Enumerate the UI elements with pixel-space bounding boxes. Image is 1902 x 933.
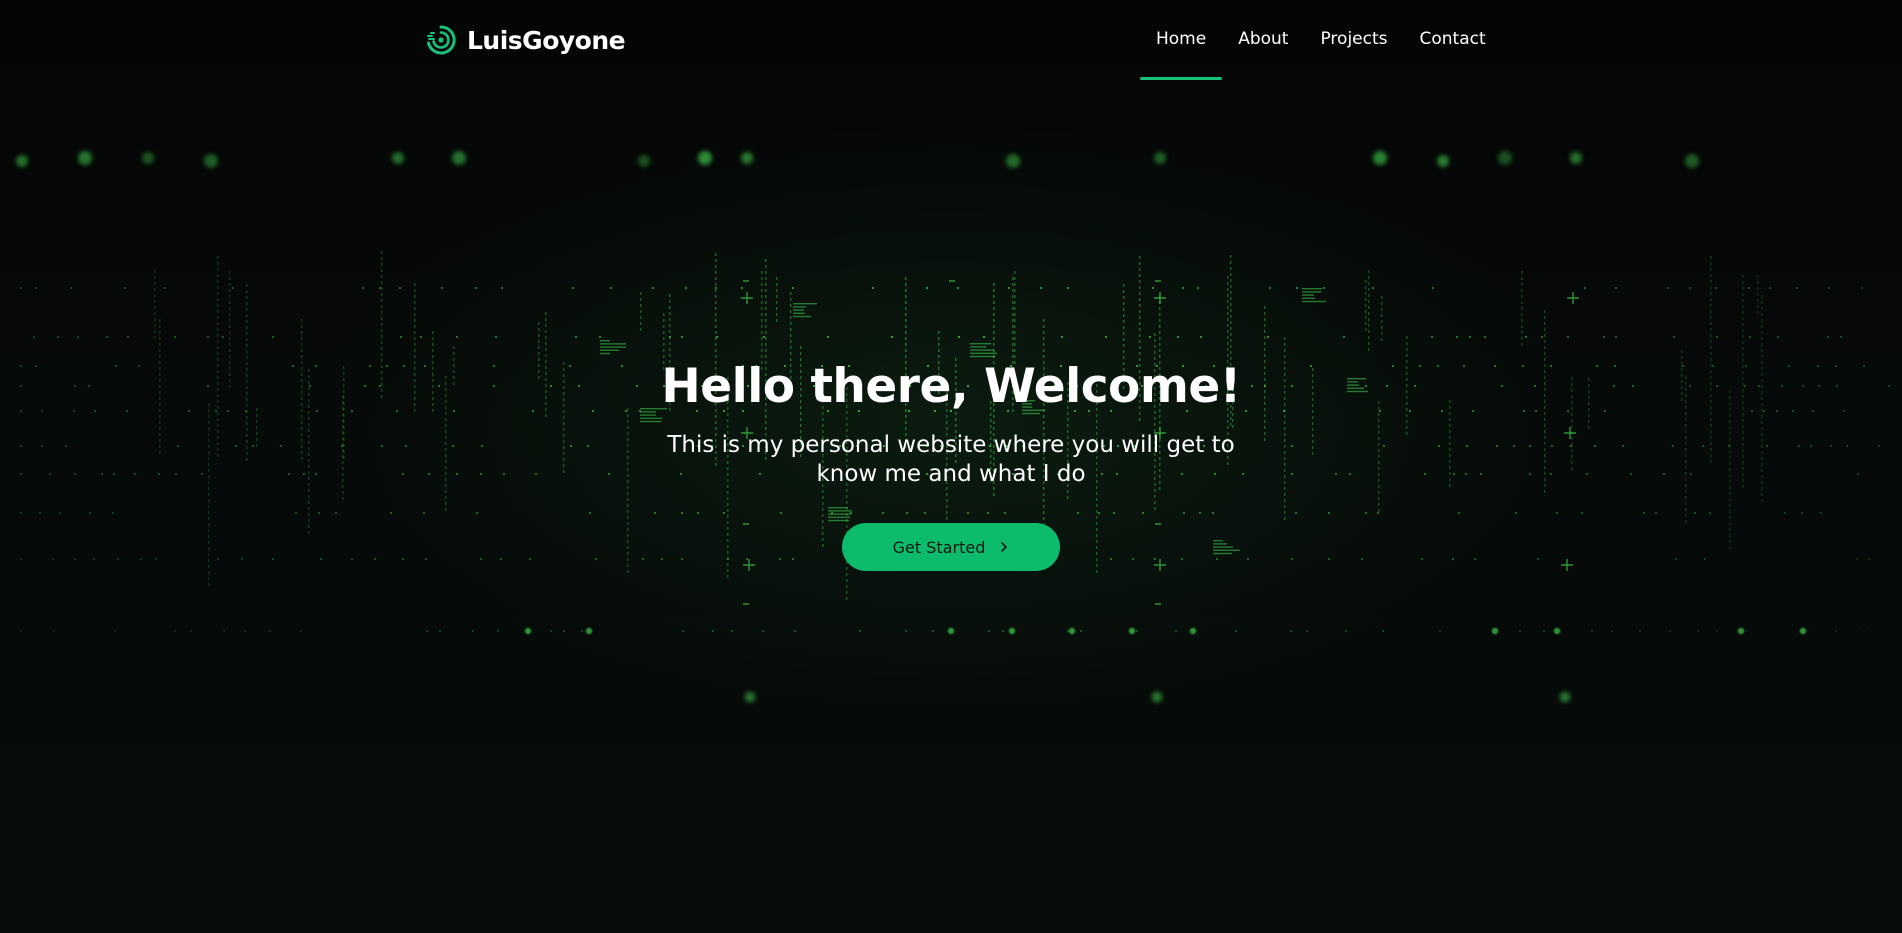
site-header: LuisGoyone Home About Projects Contact bbox=[0, 0, 1902, 80]
hero-section: Hello there, Welcome! This is my persona… bbox=[0, 355, 1902, 571]
hero-title: Hello there, Welcome! bbox=[661, 359, 1241, 414]
chevron-right-icon bbox=[1001, 542, 1008, 552]
nav-home[interactable]: Home bbox=[1140, 0, 1223, 80]
spiral-logo-icon bbox=[427, 25, 456, 55]
hero-subtitle: This is my personal website where you wi… bbox=[667, 432, 1235, 487]
get-started-button[interactable]: Get Started bbox=[842, 523, 1060, 571]
get-started-label: Get Started bbox=[892, 537, 986, 557]
brand-name: LuisGoyone bbox=[467, 25, 626, 55]
main-nav: Home About Projects Contact bbox=[1140, 0, 1502, 80]
nav-projects[interactable]: Projects bbox=[1304, 0, 1403, 78]
nav-contact[interactable]: Contact bbox=[1404, 0, 1502, 78]
brand-link[interactable]: LuisGoyone bbox=[425, 20, 626, 60]
page: LuisGoyone Home About Projects Contact H… bbox=[0, 0, 1902, 933]
nav-about[interactable]: About bbox=[1222, 0, 1304, 78]
